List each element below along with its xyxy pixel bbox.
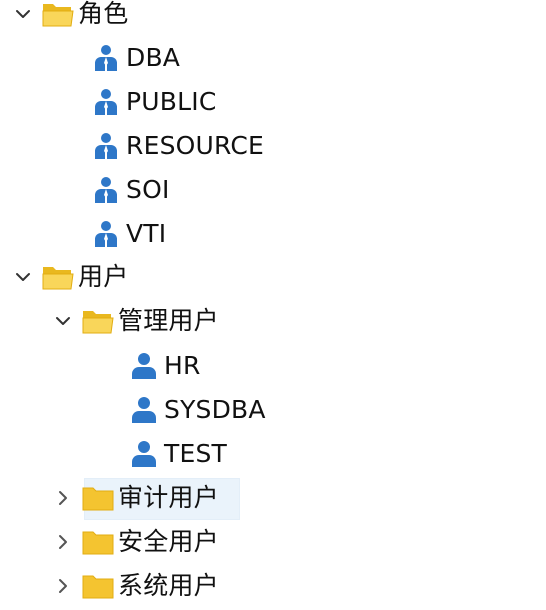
tree-node-role-vti[interactable]: VTI [90,214,546,254]
role-icon [90,130,122,162]
folder-open-icon [42,261,74,293]
tree-node-label: 角色 [78,0,129,28]
chevron-down-icon[interactable] [12,3,34,25]
tree-node-label: SOI [126,175,170,204]
tree-node-security-users[interactable]: 安全用户 [52,522,546,562]
chevron-right-icon[interactable] [52,575,74,597]
role-icon [90,174,122,206]
user-icon [128,394,160,426]
role-icon [90,218,122,250]
tree-node-label: 用户 [78,262,129,291]
role-icon [90,86,122,118]
tree-node-user-sysdba[interactable]: SYSDBA [128,390,546,430]
tree-node-label: DBA [126,43,181,72]
tree-node-role-public[interactable]: PUBLIC [90,82,546,122]
tree-node-system-users[interactable]: 系统用户 [52,566,546,606]
tree-node-users[interactable]: 用户 [12,257,546,297]
tree-node-role-resource[interactable]: RESOURCE [90,126,546,166]
user-icon [128,438,160,470]
tree-node-admin-users[interactable]: 管理用户 [52,301,546,341]
tree-node-label: 审计用户 [118,483,219,512]
tree-node-label: 管理用户 [118,306,219,335]
object-tree: 角色 DBA PUBLIC RESOURCE SOI VTI 用户 管理用户 H… [0,0,546,610]
chevron-down-icon[interactable] [12,266,34,288]
role-icon [90,42,122,74]
tree-node-label: HR [164,351,201,380]
folder-icon [82,570,114,602]
tree-node-user-test[interactable]: TEST [128,434,546,474]
tree-node-label: TEST [164,439,228,468]
folder-open-icon [82,305,114,337]
user-icon [128,350,160,382]
tree-node-label: PUBLIC [126,87,217,116]
tree-node-role-dba[interactable]: DBA [90,38,546,78]
tree-node-audit-users[interactable]: 审计用户 [52,478,546,520]
tree-node-label: 安全用户 [118,527,219,556]
chevron-right-icon[interactable] [52,531,74,553]
tree-node-label: SYSDBA [164,395,266,424]
chevron-down-icon[interactable] [52,310,74,332]
tree-node-label: 系统用户 [118,571,219,600]
folder-icon [82,482,114,514]
folder-open-icon [42,0,74,30]
tree-node-label: RESOURCE [126,131,264,160]
tree-node-label: VTI [126,219,167,248]
chevron-right-icon[interactable] [52,487,74,509]
tree-node-role-soi[interactable]: SOI [90,170,546,210]
tree-node-user-hr[interactable]: HR [128,346,546,386]
tree-node-roles[interactable]: 角色 [12,0,546,34]
folder-icon [82,526,114,558]
